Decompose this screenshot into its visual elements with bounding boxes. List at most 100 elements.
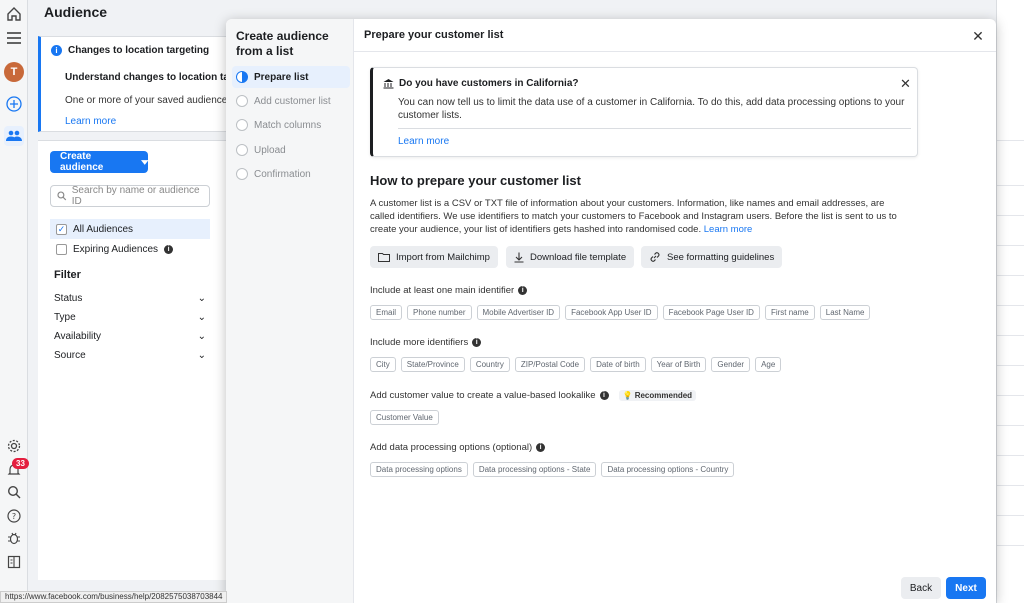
data-processing-chips: Data processing options Data processing o… (370, 462, 735, 477)
identifier-chip: Data processing options - State (472, 462, 597, 477)
avatar[interactable]: T (4, 62, 24, 82)
step-confirmation: Confirmation (232, 163, 350, 185)
step-circle-icon (236, 168, 248, 180)
step-circle-icon (236, 119, 248, 131)
checkbox[interactable] (56, 243, 67, 255)
bug-icon[interactable] (4, 528, 24, 548)
info-icon: i (518, 286, 528, 295)
california-desc: You can now tell us to limit the data us… (398, 97, 905, 121)
notice-subtitle: Understand changes to location targeting (65, 72, 238, 83)
identifier-chip: Country (469, 357, 510, 372)
menu-icon[interactable] (4, 28, 24, 48)
close-icon[interactable]: ✕ (900, 76, 911, 92)
checkbox-checked[interactable]: ✓ (56, 223, 67, 235)
step-match-columns: Match columns (232, 114, 350, 136)
main-identifier-chips: Email Phone number Mobile Advertiser ID Fac… (370, 305, 871, 320)
identifier-chip: Customer Value (370, 410, 439, 425)
create-audience-modal: Create audience from a list Prepare list… (226, 19, 996, 603)
step-progress-icon (236, 71, 248, 83)
filter-type[interactable]: Type ⌄ (54, 312, 206, 323)
section-heading: How to prepare your customer list (370, 173, 581, 188)
learn-more-link[interactable]: Learn more (704, 224, 753, 235)
more-identifier-chips: City State/Province Country ZIP/Postal Code… (370, 357, 782, 372)
add-icon[interactable] (4, 94, 24, 114)
search-icon[interactable] (4, 482, 24, 502)
audiences-icon[interactable] (4, 126, 24, 146)
gear-icon[interactable] (4, 436, 24, 456)
more-identifiers-label: Include more identifiers i (370, 337, 482, 348)
modal-main: Prepare your customer list ✕ Do you have… (354, 19, 996, 603)
status-bar-url: https://www.facebook.com/business/help/2… (0, 591, 228, 603)
location-notice: i Changes to location targeting Understa… (38, 36, 238, 132)
california-notice: Do you have customers in California? You… (370, 67, 918, 157)
step-prepare-list[interactable]: Prepare list (232, 66, 350, 88)
close-icon[interactable]: ✕ (970, 28, 986, 45)
identifier-chip: State/Province (400, 357, 465, 372)
audience-sidebar: Create audience Search by name or audien… (38, 140, 238, 580)
filter-source[interactable]: Source ⌄ (54, 350, 206, 361)
list-item-all-audiences[interactable]: ✓ All Audiences (50, 219, 210, 239)
steps-title: Create audience from a list (236, 29, 329, 58)
background-table-strip (996, 0, 1024, 603)
caret-down-icon (140, 159, 148, 165)
main-identifier-label: Include at least one main identifier i (370, 285, 528, 296)
customer-value-chips: Customer Value (370, 410, 439, 425)
notification-badge: 33 (12, 458, 29, 469)
bank-icon (383, 79, 394, 89)
next-button[interactable]: Next (946, 577, 986, 599)
identifier-chip: Data processing options (370, 462, 468, 477)
info-icon: i (599, 391, 609, 400)
california-learn-more-link[interactable]: Learn more (398, 136, 449, 147)
page-title: Audience (44, 4, 108, 20)
list-item-expiring-audiences[interactable]: Expiring Audiences i (50, 239, 210, 259)
step-circle-icon (236, 95, 248, 107)
filter-availability[interactable]: Availability ⌄ (54, 331, 206, 342)
info-icon: i (51, 45, 62, 56)
chevron-down-icon: ⌄ (197, 293, 206, 304)
left-rail: T 33 ? (0, 0, 29, 603)
svg-text:?: ? (12, 512, 16, 521)
identifier-chip: Age (755, 357, 782, 372)
lightbulb-icon: 💡 (622, 391, 633, 400)
chevron-down-icon: ⌄ (197, 331, 206, 342)
identifier-chip: Phone number (407, 305, 472, 320)
identifier-chip: Facebook Page User ID (662, 305, 760, 320)
filter-status[interactable]: Status ⌄ (54, 293, 206, 304)
panel-icon[interactable] (4, 552, 24, 572)
identifier-chip: Mobile Advertiser ID (476, 305, 561, 320)
identifier-chip: Gender (711, 357, 751, 372)
identifier-chip: Date of birth (590, 357, 646, 372)
identifier-chip: First name (764, 305, 815, 320)
notice-link[interactable]: Learn more (51, 116, 238, 127)
home-icon[interactable] (4, 4, 24, 24)
step-circle-icon (236, 144, 248, 156)
folder-icon (378, 253, 390, 262)
chevron-down-icon: ⌄ (197, 312, 206, 323)
steps-panel: Create audience from a list Prepare list… (226, 19, 354, 603)
notice-title: Changes to location targeting (68, 45, 210, 56)
identifier-chip: ZIP/Postal Code (514, 357, 586, 372)
search-icon (57, 191, 67, 201)
info-icon: i (536, 443, 546, 452)
download-icon (514, 252, 524, 263)
section-description: A customer list is a CSV or TXT file of … (370, 198, 897, 235)
help-icon[interactable]: ? (4, 506, 24, 526)
step-add-customer-list: Add customer list (232, 90, 350, 112)
step-upload: Upload (232, 139, 350, 161)
link-icon (650, 252, 660, 262)
info-icon: i (472, 338, 482, 347)
import-mailchimp-button[interactable]: Import from Mailchimp (370, 246, 498, 268)
modal-title: Prepare your customer list (364, 29, 504, 41)
notice-desc: One or more of your saved audiences co (65, 95, 238, 106)
identifier-chip: Year of Birth (650, 357, 707, 372)
identifier-chip: Data processing options - Country (601, 462, 735, 477)
california-title: Do you have customers in California? (399, 78, 579, 89)
audience-search-input[interactable]: Search by name or audience ID (50, 185, 210, 207)
create-audience-button[interactable]: Create audience (50, 151, 148, 173)
identifier-chip: City (370, 357, 396, 372)
back-button[interactable]: Back (901, 577, 941, 599)
formatting-guidelines-button[interactable]: See formatting guidelines (641, 246, 783, 268)
filter-title: Filter (54, 269, 81, 281)
download-template-button[interactable]: Download file template (506, 246, 635, 268)
identifier-chip: Email (370, 305, 403, 320)
